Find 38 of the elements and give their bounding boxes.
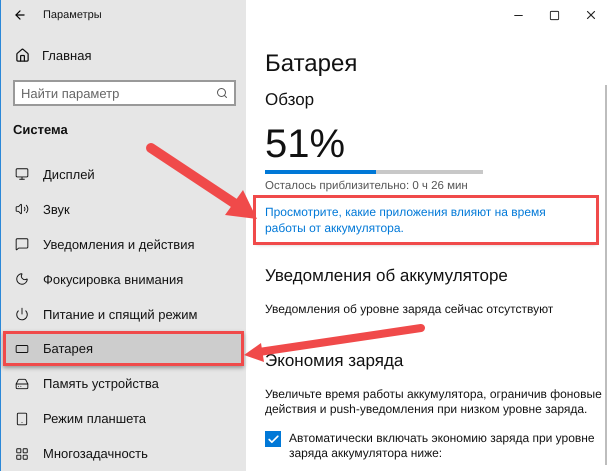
power-icon (15, 307, 29, 322)
sidebar-item[interactable]: Дисплей (3, 157, 101, 192)
sidebar-item[interactable]: Фокусировка внимания (3, 262, 190, 297)
battery-percent: 51% (265, 124, 346, 164)
page-title: Батарея (265, 50, 358, 78)
sidebar-item[interactable]: Питание и спящий режим (3, 296, 204, 332)
tablet-icon (15, 412, 29, 426)
close-icon[interactable] (584, 8, 598, 22)
section-heading: Система (13, 122, 69, 138)
section-heading: Экономия заряда (265, 351, 404, 371)
sidebar-item[interactable]: Батарея (3, 331, 244, 366)
sidebar-item[interactable]: Режим планшета (3, 401, 152, 436)
section-heading: Уведомления об аккумуляторе (265, 266, 509, 286)
drive-icon (15, 376, 29, 391)
search-field[interactable]: Найти параметр (13, 80, 236, 106)
section-heading: Обзор (265, 90, 316, 110)
monitor-icon (15, 167, 29, 182)
grid-icon (15, 446, 29, 461)
apps-link[interactable]: Просмотрите, какие приложения влияют на время работы от аккумулятора. (265, 204, 587, 236)
remaining-time: Осталось приблизительно: 0 ч 26 мин (265, 180, 469, 192)
home-icon (15, 48, 30, 64)
maximize-icon[interactable] (549, 10, 560, 20)
window-title: Параметры (43, 8, 102, 21)
sidebar-item[interactable]: Звук (3, 192, 76, 227)
saver-description: Увеличьте время работы аккумулятора, ограничив фоновые действия и push-уведомления при низком уровне заряда. (265, 387, 603, 417)
back-icon[interactable] (13, 8, 27, 22)
moon-icon (15, 272, 29, 286)
sidebar-item[interactable]: Уведомления и действия (3, 226, 201, 262)
checkbox[interactable] (265, 431, 281, 447)
notification-text: Уведомления об уровне заряда сейчас отсутствуют (265, 302, 554, 317)
sidebar-item[interactable]: Память устройства (3, 366, 165, 402)
search-icon[interactable] (216, 87, 228, 100)
home-link[interactable]: Главная (1, 39, 246, 72)
scrollbar[interactable] (605, 85, 607, 465)
checkbox-label: Автоматически включать экономию заряда при уровне заряда аккумулятора ниже: (289, 431, 596, 461)
sidebar-item[interactable]: Многозадачность (3, 436, 154, 471)
speaker-icon (15, 202, 29, 216)
message-icon (15, 237, 29, 252)
